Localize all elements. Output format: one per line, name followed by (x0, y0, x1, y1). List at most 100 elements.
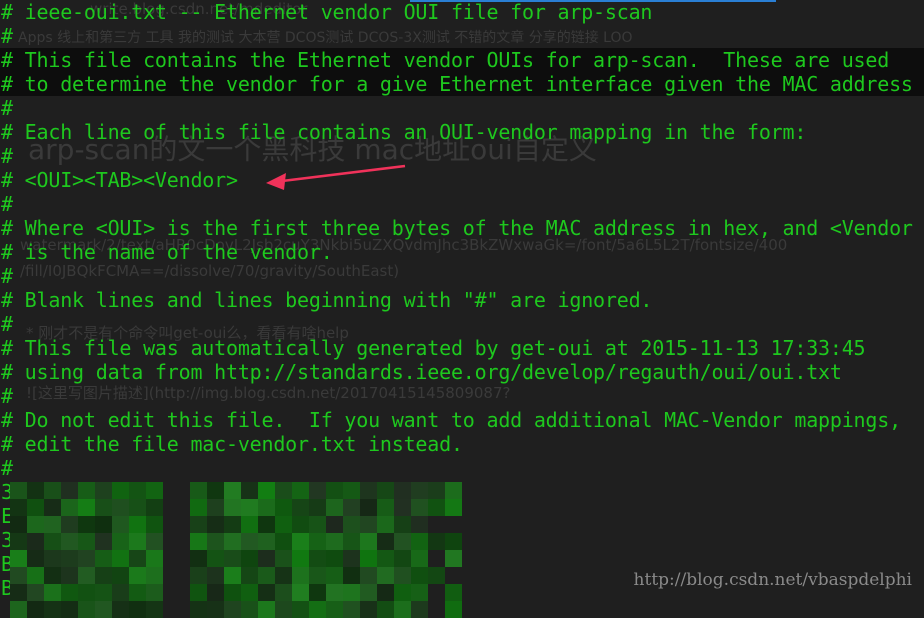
mosaic-cell (411, 499, 428, 516)
mosaic-cell (44, 550, 61, 567)
ghost-markdown-line: /fill/I0JBQkFCMA==/dissolve/70/gravity/S… (20, 262, 400, 280)
terminal-line: # (1, 24, 13, 48)
mosaic-cell (146, 533, 163, 550)
mosaic-cell (428, 499, 445, 516)
mosaic-cell (326, 533, 343, 550)
mosaic-cell (207, 584, 224, 601)
mosaic-cell (190, 584, 207, 601)
mosaic-cell (27, 533, 44, 550)
mosaic-cell (207, 601, 224, 618)
mosaic-cell (292, 516, 309, 533)
mosaic-cell (95, 516, 112, 533)
mosaic-cell (190, 550, 207, 567)
mosaic-cell (292, 584, 309, 601)
mosaic-cell (112, 516, 129, 533)
mosaic-cell (309, 601, 326, 618)
mosaic-cell (377, 584, 394, 601)
mosaic-cell (44, 482, 61, 499)
mosaic-cell (129, 567, 146, 584)
mosaic-cell (275, 567, 292, 584)
mosaic-cell (10, 601, 27, 618)
mosaic-cell (95, 499, 112, 516)
terminal-line: # <OUI><TAB><Vendor> (1, 168, 238, 192)
mosaic-cell (129, 516, 146, 533)
mosaic-cell (207, 533, 224, 550)
annotation-arrow-icon (266, 164, 406, 190)
mosaic-cell (95, 601, 112, 618)
terminal-line: # (1, 384, 13, 408)
mosaic-cell (95, 533, 112, 550)
mosaic-cell (326, 550, 343, 567)
mosaic-cell (146, 482, 163, 499)
mosaic-cell (377, 550, 394, 567)
terminal-line: # Blank lines and lines beginning with "… (1, 288, 653, 312)
terminal-line: # to determine the vendor for a give Eth… (1, 72, 913, 96)
mosaic-cell (95, 482, 112, 499)
terminal-line: # (1, 192, 13, 216)
mosaic-cell (326, 482, 343, 499)
mosaic-cell (207, 567, 224, 584)
terminal-line: # Do not edit this file. If you want to … (1, 408, 901, 432)
mosaic-cell (309, 482, 326, 499)
mosaic-cell (129, 482, 146, 499)
mosaic-cell (394, 584, 411, 601)
mosaic-cell (129, 584, 146, 601)
mosaic-cell (309, 499, 326, 516)
mosaic-cell (343, 584, 360, 601)
mosaic-cell (207, 482, 224, 499)
mosaic-cell (112, 482, 129, 499)
mosaic-cell (61, 516, 78, 533)
mosaic-cell (428, 567, 445, 584)
terminal-line: # ieee-oui.txt -- Ethernet vendor OUI fi… (1, 0, 653, 24)
mosaic-cell (129, 499, 146, 516)
mosaic-cell (343, 601, 360, 618)
mosaic-cell (207, 550, 224, 567)
mosaic-cell (61, 550, 78, 567)
mosaic-cell (44, 516, 61, 533)
mosaic-cell (112, 601, 129, 618)
mosaic-cell (10, 533, 27, 550)
mosaic-cell (27, 601, 44, 618)
mosaic-cell (411, 482, 428, 499)
mosaic-cell (258, 482, 275, 499)
mosaic-cell (343, 567, 360, 584)
mosaic-cell (241, 516, 258, 533)
mosaic-cell (78, 567, 95, 584)
mosaic-cell (207, 516, 224, 533)
mosaic-cell (112, 499, 129, 516)
mosaic-cell (258, 516, 275, 533)
mosaic-cell (360, 567, 377, 584)
mosaic-cell (343, 516, 360, 533)
mosaic-cell (27, 516, 44, 533)
mosaic-cell (428, 482, 445, 499)
mosaic-cell (343, 499, 360, 516)
mosaic-cell (241, 499, 258, 516)
mosaic-cell (190, 567, 207, 584)
mosaic-cell (146, 601, 163, 618)
mosaic-cell (428, 533, 445, 550)
mosaic-cell (44, 584, 61, 601)
terminal-line: # (1, 312, 13, 336)
mosaic-cell (146, 567, 163, 584)
mosaic-cell (360, 516, 377, 533)
mosaic-cell (224, 567, 241, 584)
mosaic-cell (411, 516, 428, 533)
mosaic-cell (258, 601, 275, 618)
mosaic-cell (190, 601, 207, 618)
mosaic-cell (275, 499, 292, 516)
mosaic-cell (224, 533, 241, 550)
mosaic-cell (445, 550, 462, 567)
terminal-line: # Each line of this file contains an OUI… (1, 120, 807, 144)
mosaic-cell (27, 550, 44, 567)
mosaic-cell (360, 499, 377, 516)
mosaic-cell (394, 482, 411, 499)
mosaic-cell (309, 533, 326, 550)
mosaic-cell (343, 482, 360, 499)
mosaic-cell (275, 601, 292, 618)
mosaic-cell (190, 533, 207, 550)
mosaic-cell (309, 584, 326, 601)
mosaic-cell (411, 567, 428, 584)
mosaic-cell (78, 533, 95, 550)
terminal-line: # (1, 456, 13, 480)
mosaic-cell (241, 601, 258, 618)
